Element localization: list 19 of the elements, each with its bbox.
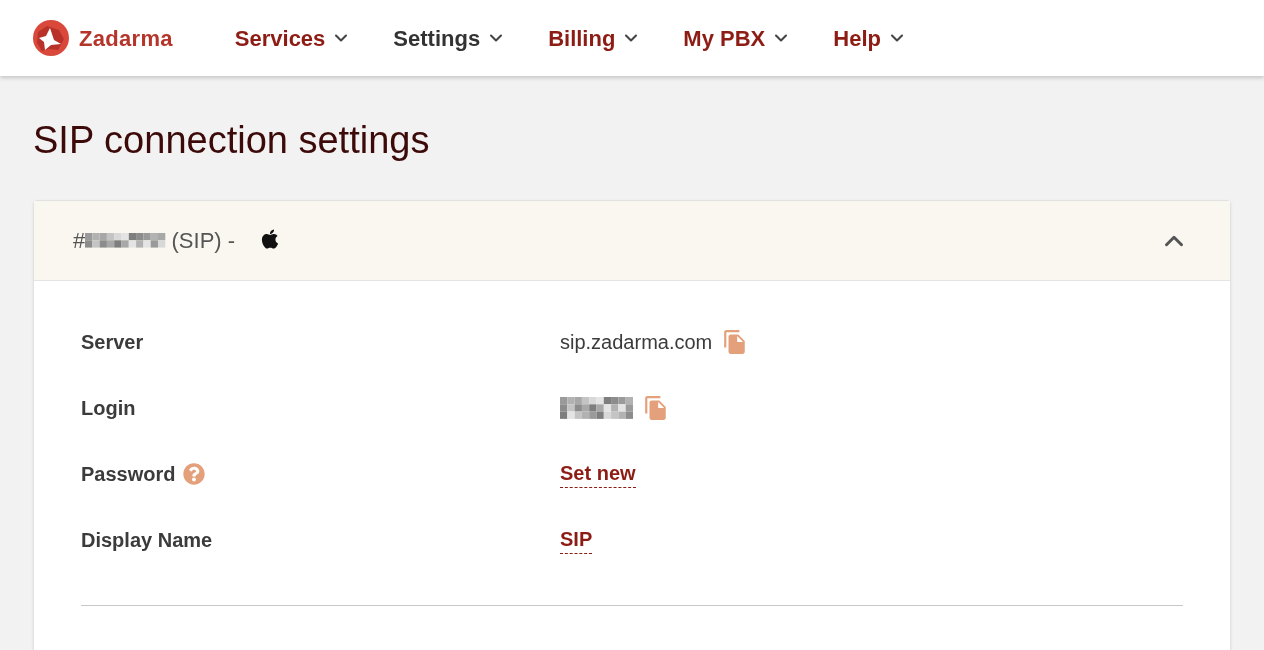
field-label: Password (81, 462, 176, 487)
field-label: Server (81, 330, 144, 355)
nav-menu-item[interactable]: Help (833, 21, 907, 55)
logo-text: Zadarma (79, 24, 173, 53)
nav-menu-item[interactable]: Services (234, 21, 352, 55)
field-link[interactable]: Set new (560, 460, 636, 488)
nav-menu-item[interactable]: Billing (548, 21, 642, 55)
nav-menu-item[interactable]: Settings (393, 21, 507, 55)
page-title: SIP connection settings (33, 118, 430, 163)
field-link[interactable]: SIP (560, 526, 593, 554)
copy-icon[interactable] (643, 395, 669, 421)
field-label: Login (81, 396, 136, 421)
help-icon[interactable] (183, 463, 206, 485)
field-label: Display Name (81, 528, 213, 553)
account-title: (SIP) - (171, 227, 236, 255)
field-value: sip.zadarma.com (560, 330, 713, 355)
logo-icon (33, 20, 69, 56)
account-hash: # (73, 227, 86, 255)
nav-menu-item[interactable]: My PBX (683, 21, 792, 55)
